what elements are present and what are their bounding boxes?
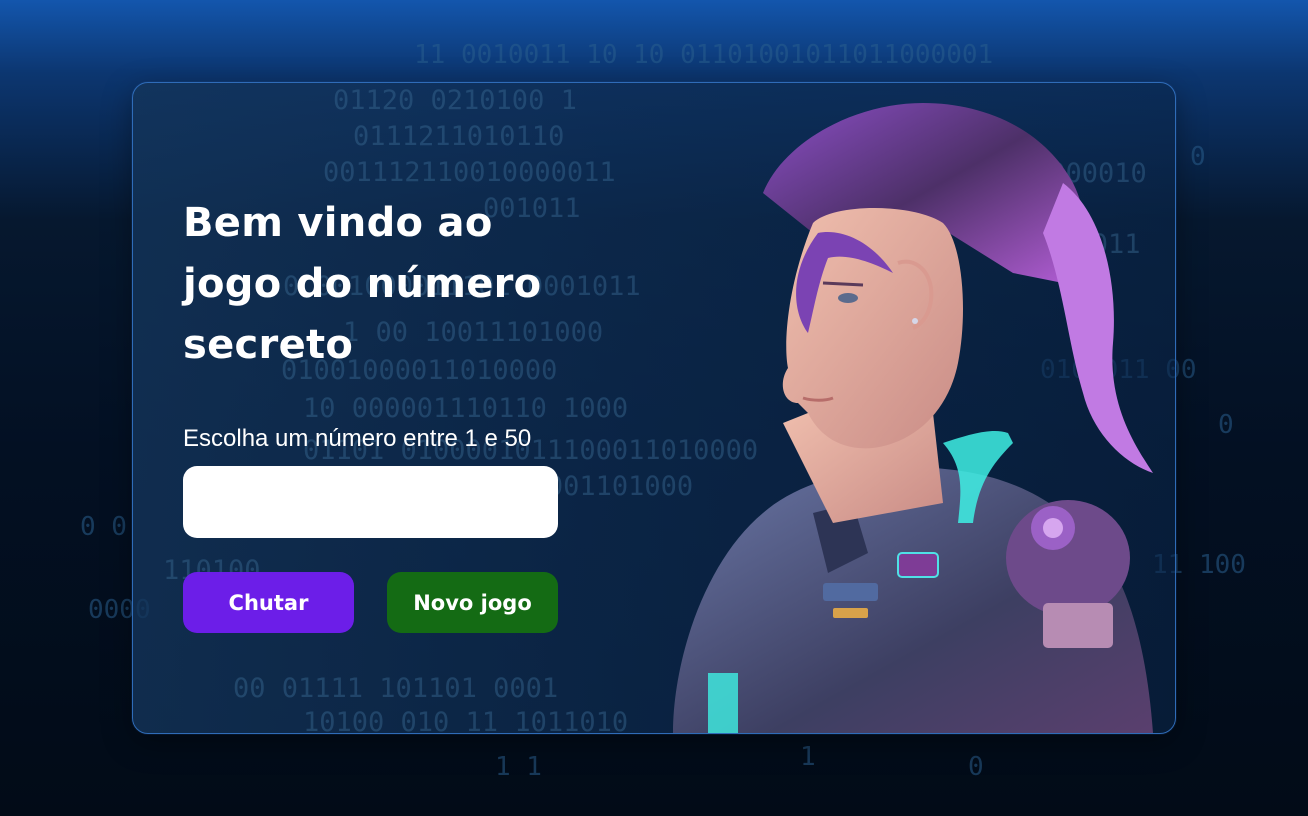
page-title: Bem vindo ao jogo do número secreto (183, 200, 542, 368)
guess-button[interactable]: Chutar (183, 572, 354, 633)
new-game-button[interactable]: Novo jogo (387, 572, 558, 633)
game-card: 01120 0210100 1 0111211010110 0011121100… (132, 82, 1176, 734)
button-row: Chutar Novo jogo (183, 572, 563, 633)
astronaut-girl-illustration (673, 103, 1153, 733)
instruction-text: Escolha um número entre 1 e 50 (183, 425, 532, 452)
number-input[interactable] (183, 466, 558, 538)
